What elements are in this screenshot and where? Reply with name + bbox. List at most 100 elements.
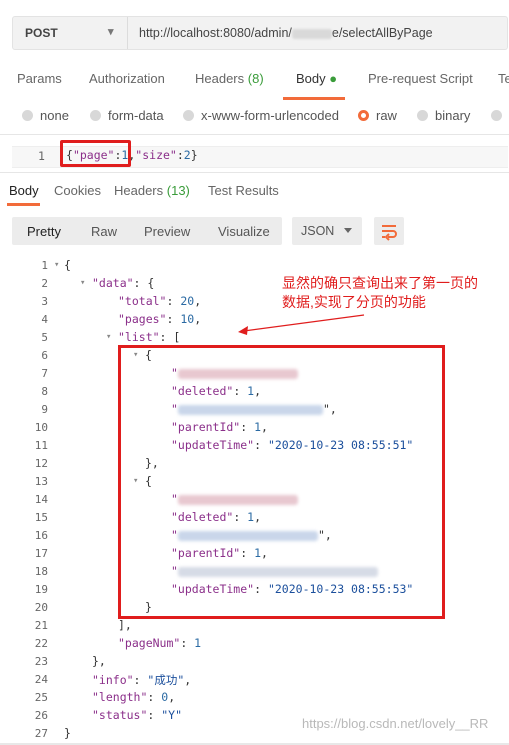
- line-number: 11: [34, 439, 48, 452]
- active-tab-underline: [7, 203, 40, 206]
- json-brace: {: [64, 258, 71, 272]
- json-data-line: "data": {: [92, 276, 155, 290]
- tab-body[interactable]: Body ●: [296, 71, 337, 86]
- view-preview[interactable]: Preview: [144, 224, 190, 239]
- tab-body-label: Body: [296, 71, 326, 86]
- url-prefix: http://localhost:8080/admin/: [139, 26, 292, 40]
- line-number: 22: [34, 637, 48, 650]
- line-number: 7: [41, 367, 48, 380]
- chevron-down-icon: [344, 228, 352, 233]
- resp-tab-headers[interactable]: Headers (13): [114, 183, 190, 198]
- tab-headers[interactable]: Headers (8): [195, 71, 264, 86]
- json-status-line: "status": "Y": [92, 708, 183, 722]
- highlight-box-request: [60, 140, 131, 167]
- line-number: 26: [34, 709, 48, 722]
- line-number: 9: [41, 403, 48, 416]
- line-number: 5: [41, 331, 48, 344]
- size-value: 2: [183, 148, 191, 162]
- radio-urlencoded-label: x-www-form-urlencoded: [201, 108, 339, 123]
- watermark: https://blog.csdn.net/lovely__RR: [302, 716, 489, 731]
- line-number: 2: [41, 277, 48, 290]
- radio-icon: [90, 110, 101, 121]
- annotation-line-1: 显然的确只查询出来了第一页的: [282, 275, 478, 291]
- line-number: 4: [41, 313, 48, 326]
- line-number: 20: [34, 601, 48, 614]
- line-number: 6: [41, 349, 48, 362]
- line-number: 1: [41, 259, 48, 272]
- tab-params[interactable]: Params: [17, 71, 62, 86]
- radio-binary-label: binary: [435, 108, 471, 123]
- radio-binary[interactable]: binary: [417, 108, 470, 123]
- resp-headers-count: (13): [166, 183, 190, 198]
- json-pages-line: "pages": 10,: [118, 312, 202, 326]
- radio-icon: [417, 110, 428, 121]
- line-number: 8: [41, 385, 48, 398]
- resp-headers-label: Headers: [114, 183, 164, 198]
- radio-none[interactable]: none: [22, 108, 69, 123]
- method-select[interactable]: POST ▾: [13, 17, 128, 49]
- radio-icon: [183, 110, 194, 121]
- radio-icon: [491, 110, 502, 121]
- json-value: "Y": [161, 708, 183, 722]
- resp-tab-test-results[interactable]: Test Results: [208, 183, 279, 198]
- json-value: 20: [180, 294, 195, 308]
- size-key: "size": [135, 148, 177, 162]
- brace-close: }: [190, 148, 198, 162]
- resp-tab-body[interactable]: Body: [9, 183, 39, 198]
- view-pretty[interactable]: Pretty: [27, 224, 61, 239]
- json-key: "data": [92, 276, 134, 290]
- url-input[interactable]: http://localhost:8080/admin/e/selectAllB…: [139, 26, 433, 40]
- line-number: 3: [41, 295, 48, 308]
- tab-tests[interactable]: Te: [498, 71, 509, 86]
- line-number: 21: [34, 619, 48, 632]
- radio-form-data-label: form-data: [108, 108, 164, 123]
- json-key: "pages": [118, 312, 167, 326]
- json-list-line: "list": [: [118, 330, 181, 344]
- annotation-text: 显然的确只查询出来了第一页的 数据,实现了分页的功能: [282, 274, 509, 312]
- line-number: 25: [34, 691, 48, 704]
- resp-tab-cookies[interactable]: Cookies: [54, 183, 101, 198]
- line-number: 12: [34, 457, 48, 470]
- method-label: POST: [25, 26, 58, 40]
- line-number: 24: [34, 673, 48, 686]
- line-number: 10: [34, 421, 48, 434]
- json-bracket: ],: [118, 618, 132, 632]
- format-select[interactable]: JSON: [292, 217, 362, 245]
- request-bar: POST ▾ http://localhost:8080/admin/e/sel…: [12, 16, 508, 50]
- json-key: "total": [118, 294, 167, 308]
- line-number: 16: [34, 529, 48, 542]
- highlight-box-list: [118, 345, 445, 619]
- json-length-line: "length": 0,: [92, 690, 176, 704]
- radio-raw[interactable]: raw: [358, 108, 397, 123]
- json-pagenum-line: "pageNum": 1: [118, 636, 202, 650]
- tab-authorization[interactable]: Authorization: [89, 71, 165, 86]
- line-number: 17: [34, 547, 48, 560]
- fold-arrow-icon[interactable]: ▾: [80, 278, 85, 288]
- annotation-arrow-icon: [238, 314, 365, 335]
- line-number: 1: [38, 149, 45, 163]
- radio-raw-label: raw: [376, 108, 397, 123]
- radio-urlencoded[interactable]: x-www-form-urlencoded: [183, 108, 339, 123]
- active-tab-underline: [283, 97, 345, 100]
- wrap-lines-button[interactable]: [374, 217, 404, 245]
- json-key: "list": [118, 330, 160, 344]
- json-value: 1: [194, 636, 202, 650]
- line-number: 18: [34, 565, 48, 578]
- tab-pre-request-script[interactable]: Pre-request Script: [368, 71, 473, 86]
- radio-graphql[interactable]: [491, 108, 509, 123]
- radio-selected-icon: [358, 110, 369, 121]
- line-number: 14: [34, 493, 48, 506]
- json-value: 0: [161, 690, 169, 704]
- fold-arrow-icon[interactable]: ▾: [54, 260, 59, 270]
- fold-arrow-icon[interactable]: ▾: [106, 332, 111, 342]
- view-visualize[interactable]: Visualize: [218, 224, 270, 239]
- radio-none-label: none: [40, 108, 69, 123]
- line-number: 19: [34, 583, 48, 596]
- line-number: 23: [34, 655, 48, 668]
- divider: [0, 134, 509, 135]
- view-raw[interactable]: Raw: [91, 224, 117, 239]
- chevron-down-icon: ▾: [108, 26, 114, 38]
- status-dot-icon: ●: [329, 71, 338, 86]
- line-number: 15: [34, 511, 48, 524]
- radio-form-data[interactable]: form-data: [90, 108, 164, 123]
